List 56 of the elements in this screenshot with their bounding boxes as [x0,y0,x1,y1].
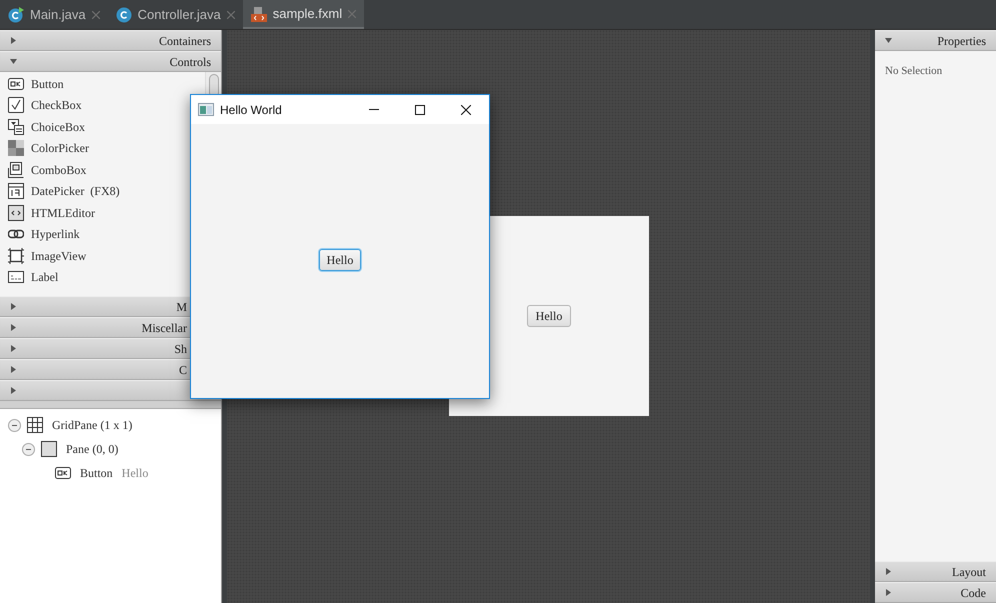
toggle-icon[interactable] [8,418,21,432]
combobox-icon [8,162,24,178]
class-icon [116,6,132,22]
class-run-icon [8,6,24,22]
editor-tab[interactable]: Main.java [0,0,108,29]
library-item[interactable]: Label [0,266,205,288]
toggle-icon[interactable] [22,442,35,456]
library-item[interactable]: Hyperlink [0,224,205,245]
hello-button[interactable]: Hello [318,248,362,270]
collapse-arrow-icon[interactable] [10,58,17,65]
pane-icon [41,441,57,457]
editor-tab[interactable]: Controller.java [108,0,243,29]
section-header[interactable]: Properties [875,30,996,51]
colorpicker-icon [8,140,24,156]
datepicker-icon [8,183,24,200]
expand-arrow-icon[interactable] [10,37,17,44]
maximize-icon [415,104,425,114]
app-icon [198,103,214,116]
tree-item[interactable]: GridPane (1 x 1) [0,413,221,437]
htmleditor-icon [8,204,24,221]
library-item[interactable]: DatePicker (FX8) [0,180,205,202]
choicebox-icon [8,118,24,135]
section-header[interactable]: Layout [875,561,996,582]
fxml-file-icon [250,6,267,22]
grid-icon [27,417,43,433]
checkbox-icon [8,97,24,114]
editor-tab[interactable]: sample.fxml [242,0,364,29]
expand-arrow-icon[interactable] [885,568,892,575]
expand-arrow-icon[interactable] [10,387,17,394]
library-item[interactable]: ComboBox [0,159,205,180]
tree-item[interactable]: Button Hello [0,461,221,485]
expand-arrow-icon[interactable] [10,345,17,352]
button-icon [55,467,71,479]
expand-arrow-icon[interactable] [10,366,17,373]
library-item[interactable]: ChoiceBox [0,116,205,138]
collapse-arrow-icon[interactable] [885,37,892,44]
library-item[interactable]: Button [0,73,205,94]
close-icon [461,104,471,114]
empty-message: No Selection [885,65,942,77]
expand-arrow-icon[interactable] [10,324,17,331]
label-icon [8,269,24,286]
hello-button[interactable]: Hello [526,305,572,327]
section-header[interactable]: Controls [0,51,221,72]
window-title: Hello World [220,102,282,118]
button-icon [8,76,24,92]
library-item[interactable]: ColorPicker [0,138,205,159]
library-item[interactable]: HTMLEditor [0,202,205,224]
minimize-icon [369,109,379,110]
library-item[interactable]: CheckBox [0,94,205,116]
imageview-icon [8,248,24,264]
expand-arrow-icon[interactable] [885,589,892,596]
section-header[interactable]: Code [875,582,996,603]
expand-arrow-icon[interactable] [10,303,17,310]
tree-item[interactable]: Pane (0, 0) [0,437,221,461]
section-header[interactable]: Containers [0,30,221,51]
library-item[interactable]: ImageView [0,245,205,266]
